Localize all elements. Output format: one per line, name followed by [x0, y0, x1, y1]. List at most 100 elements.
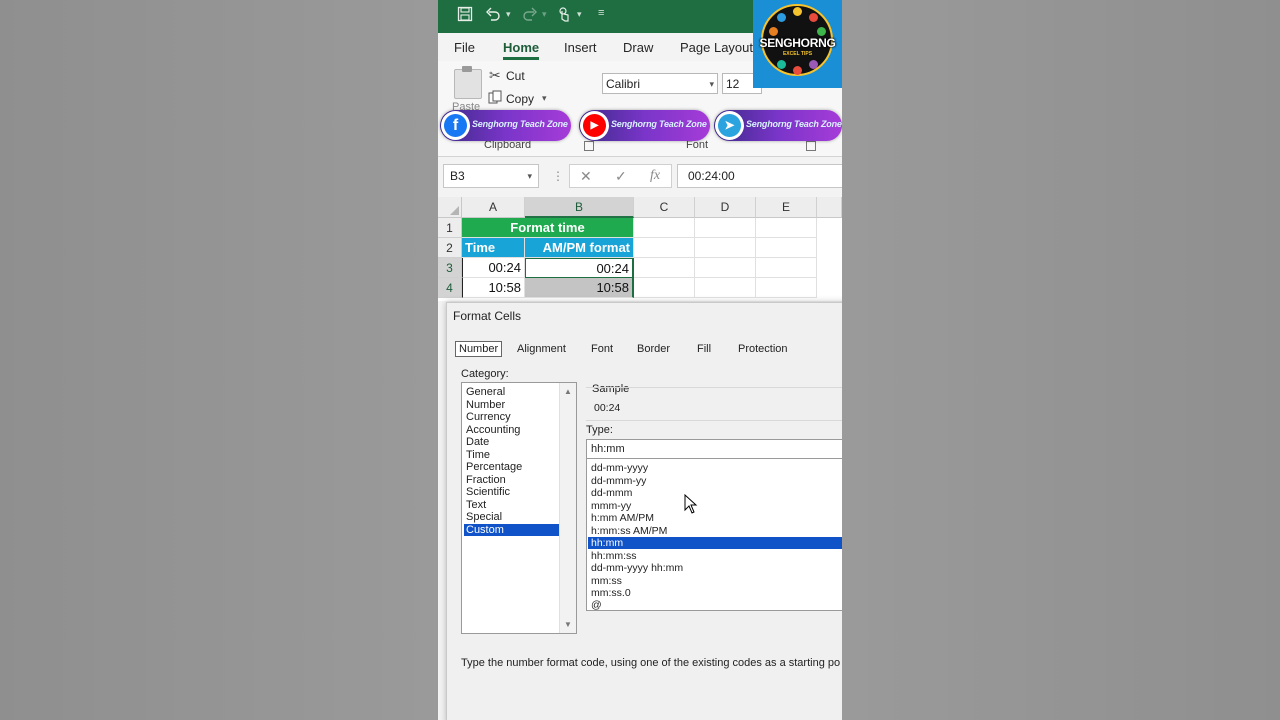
logo-sub-text: EXCEL TIPS	[782, 51, 813, 57]
facebook-icon: f	[444, 114, 467, 137]
type-item[interactable]: @	[588, 599, 842, 611]
redo-dropdown-icon[interactable]: ▾	[542, 9, 547, 20]
category-item-custom[interactable]: Custom	[464, 523, 562, 536]
copy-dropdown-icon[interactable]: ▾	[542, 93, 547, 104]
youtube-overlay-text: Senghorng Teach Zone	[611, 119, 707, 129]
copy-button[interactable]: Copy	[506, 92, 534, 106]
tab-border[interactable]: Border	[637, 343, 670, 355]
title-cell[interactable]: Format time	[462, 218, 634, 238]
category-item-special[interactable]: Special	[464, 511, 562, 523]
cell-e3[interactable]	[756, 258, 817, 278]
paste-icon[interactable]	[454, 66, 482, 99]
tab-page-layout[interactable]: Page Layout	[680, 40, 753, 55]
category-item-general[interactable]: General	[464, 386, 562, 398]
cell-a3[interactable]: 00:24	[462, 258, 525, 278]
formula-input[interactable]: 00:24:00	[677, 164, 842, 188]
cancel-entry-icon[interactable]: ✕	[580, 168, 592, 185]
row-header-1[interactable]: 1	[438, 218, 462, 238]
scissors-icon[interactable]: ✂	[489, 67, 501, 84]
insert-function-icon[interactable]: fx	[650, 168, 660, 184]
cell-b4[interactable]: 10:58	[525, 278, 634, 298]
category-item-scientific[interactable]: Scientific	[464, 486, 562, 498]
cut-button[interactable]: Cut	[506, 69, 525, 83]
type-item[interactable]: h:mm AM/PM	[588, 512, 842, 524]
tab-fill[interactable]: Fill	[697, 343, 711, 355]
category-scrollbar[interactable]: ▲ ▼	[559, 383, 576, 633]
customize-qat-icon[interactable]: ≡	[598, 7, 604, 19]
name-box[interactable]: B3 ▾	[443, 164, 539, 188]
row-header-3[interactable]: 3	[438, 258, 462, 278]
category-item-currency[interactable]: Currency	[464, 411, 562, 423]
undo-dropdown-icon[interactable]: ▾	[506, 9, 511, 20]
type-item[interactable]: hh:mm:ss	[588, 550, 842, 562]
type-item[interactable]: dd-mm-yyyy hh:mm	[588, 562, 842, 574]
row-header-2[interactable]: 2	[438, 238, 462, 258]
category-item-date[interactable]: Date	[464, 436, 562, 448]
cell-c3[interactable]	[634, 258, 695, 278]
tab-draw[interactable]: Draw	[623, 40, 653, 55]
column-header-f[interactable]	[817, 197, 842, 218]
select-all-button[interactable]	[438, 197, 462, 218]
column-header-b[interactable]: B	[525, 197, 634, 218]
tab-file[interactable]: File	[454, 40, 475, 55]
telegram-overlay-text: Senghorng Teach Zone	[746, 119, 842, 129]
font-name-select[interactable]: Calibri ▾	[602, 73, 718, 94]
redo-icon[interactable]	[522, 6, 538, 28]
column-header-e[interactable]: E	[756, 197, 817, 218]
telegram-icon: ➤	[718, 114, 741, 137]
cell-d1[interactable]	[695, 218, 756, 238]
column-header-c[interactable]: C	[634, 197, 695, 218]
category-list[interactable]: General Number Currency Accounting Date …	[461, 382, 577, 634]
type-item[interactable]: dd-mmm	[588, 487, 842, 499]
save-icon[interactable]	[457, 6, 473, 28]
cell-e4[interactable]	[756, 278, 817, 298]
header-cell-time[interactable]: Time	[462, 238, 525, 258]
copy-icon[interactable]	[488, 90, 503, 108]
type-item[interactable]: dd-mm-yyyy	[588, 462, 842, 474]
category-item-time[interactable]: Time	[464, 449, 562, 461]
confirm-entry-icon[interactable]: ✓	[615, 168, 627, 185]
type-item[interactable]: mmm-yy	[588, 500, 842, 512]
column-header-a[interactable]: A	[462, 197, 525, 218]
formula-buttons: ✕ ✓ fx	[569, 164, 672, 188]
type-item[interactable]: mm:ss	[588, 575, 842, 587]
type-item[interactable]: mm:ss.0	[588, 587, 842, 599]
clipboard-launcher-icon[interactable]	[584, 141, 594, 151]
cell-e1[interactable]	[756, 218, 817, 238]
tab-number[interactable]: Number	[455, 341, 503, 357]
undo-icon[interactable]	[485, 6, 501, 28]
header-cell-ampm[interactable]: AM/PM format	[525, 238, 634, 258]
row-header-4[interactable]: 4	[438, 278, 462, 298]
type-list[interactable]: dd-mm-yyyy dd-mmm-yy dd-mmm mmm-yy h:mm …	[586, 459, 842, 611]
cell-d2[interactable]	[695, 238, 756, 258]
type-item[interactable]: dd-mmm-yy	[588, 475, 842, 487]
tab-alignment[interactable]: Alignment	[517, 343, 566, 355]
scroll-up-icon[interactable]: ▲	[564, 387, 572, 396]
cell-d3[interactable]	[695, 258, 756, 278]
tab-font[interactable]: Font	[591, 343, 613, 355]
scroll-down-icon[interactable]: ▼	[564, 620, 572, 629]
cell-e2[interactable]	[756, 238, 817, 258]
type-item[interactable]: h:mm:ss AM/PM	[588, 525, 842, 537]
type-item-selected[interactable]: hh:mm	[588, 537, 842, 549]
cell-d4[interactable]	[695, 278, 756, 298]
touch-mode-icon[interactable]	[556, 6, 572, 28]
column-header-d[interactable]: D	[695, 197, 756, 218]
type-input[interactable]: hh:mm	[586, 439, 842, 459]
category-item-text[interactable]: Text	[464, 499, 562, 511]
category-item-percentage[interactable]: Percentage	[464, 461, 562, 473]
tab-home[interactable]: Home	[503, 40, 540, 60]
tab-protection[interactable]: Protection	[738, 343, 788, 355]
category-item-accounting[interactable]: Accounting	[464, 424, 562, 436]
category-item-fraction[interactable]: Fraction	[464, 474, 562, 486]
tab-insert[interactable]: Insert	[564, 40, 597, 55]
cell-c2[interactable]	[634, 238, 695, 258]
font-launcher-icon[interactable]	[806, 141, 816, 151]
cell-a4[interactable]: 10:58	[462, 278, 525, 298]
category-item-number[interactable]: Number	[464, 399, 562, 411]
cell-c1[interactable]	[634, 218, 695, 238]
mouse-cursor-icon	[684, 493, 698, 519]
cell-b3[interactable]: 00:24	[525, 258, 634, 278]
cell-c4[interactable]	[634, 278, 695, 298]
touch-dropdown-icon[interactable]: ▾	[577, 9, 582, 20]
